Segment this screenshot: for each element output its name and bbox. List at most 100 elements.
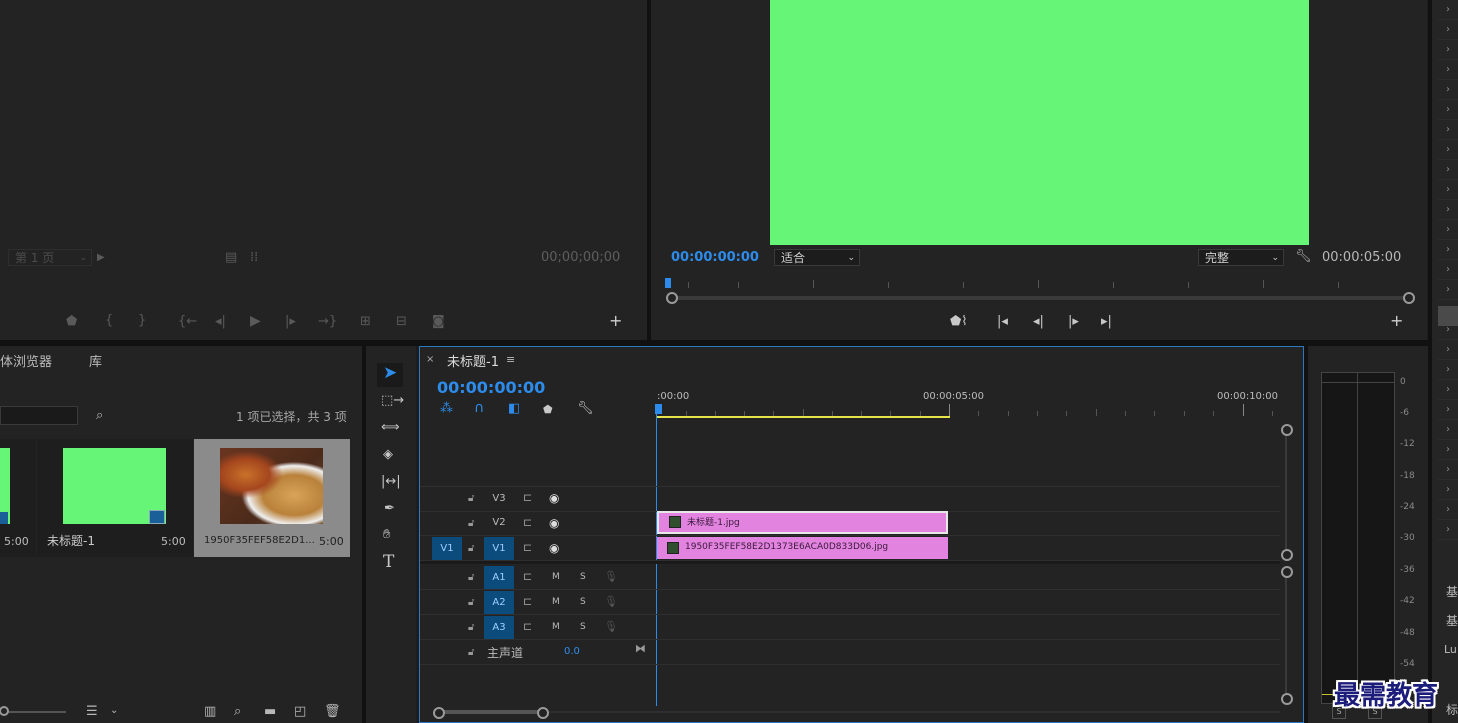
selection-arrow-icon[interactable]: ➤ (383, 365, 397, 382)
add-button-icon[interactable]: + (609, 313, 622, 329)
step-back-icon[interactable]: ◂| (215, 315, 226, 329)
project-item-selected[interactable]: 1950F35FEF58E2D1... 5:00 (194, 439, 350, 557)
track-label-a1[interactable]: A1 (484, 566, 514, 589)
overwrite-icon[interactable]: ⊟ (396, 315, 407, 329)
new-bin-icon[interactable]: ▬ (264, 705, 276, 719)
mark-out-icon[interactable]: } (138, 314, 146, 328)
sort-icon[interactable]: ☰ (86, 705, 98, 719)
mute-button[interactable]: M (552, 622, 560, 632)
tab-library[interactable]: 库 (89, 351, 102, 370)
new-item-icon[interactable]: ◰ (294, 705, 306, 719)
source-patch-v1[interactable]: V1 (432, 537, 462, 560)
solo-button[interactable]: S (580, 597, 586, 607)
sync-lock-icon[interactable]: ⊏ (523, 516, 532, 530)
track-select-icon[interactable]: ⬚→ (381, 394, 404, 408)
right-panel-expand-row[interactable]: › (1438, 380, 1458, 400)
right-panel-expand-row[interactable]: › (1438, 40, 1458, 60)
go-to-out-icon[interactable]: →} (318, 315, 337, 329)
clip-v2[interactable]: 未标题-1.jpg (657, 511, 948, 534)
zoom-slider[interactable] (0, 711, 66, 713)
program-playhead-timecode[interactable]: 00:00:00:00 (671, 250, 759, 265)
type-tool-icon[interactable]: T (383, 554, 394, 571)
right-panel-expand-row[interactable]: › (1438, 420, 1458, 440)
mark-in-icon[interactable]: { (105, 314, 113, 328)
quality-select[interactable]: 完整 ⌄ (1198, 249, 1284, 266)
zoom-handle-right[interactable] (1403, 292, 1415, 304)
microphone-icon[interactable]: 🎙︎ (604, 595, 618, 609)
export-frame-icon[interactable]: ▤ (225, 251, 237, 265)
microphone-icon[interactable]: 🎙︎ (604, 570, 618, 584)
automate-icon[interactable]: ▥ (204, 705, 216, 719)
track-label-v2[interactable]: V2 (484, 511, 514, 534)
right-panel-expand-row[interactable]: › (1438, 520, 1458, 540)
right-panel-expand-row[interactable]: › (1438, 500, 1458, 520)
right-panel-expand-row[interactable]: › (1438, 280, 1458, 300)
track-master[interactable] (420, 640, 1280, 665)
track-label-a2[interactable]: A2 (484, 591, 514, 614)
playhead-marker[interactable] (655, 404, 662, 414)
track-label-v3[interactable]: V3 (484, 487, 514, 510)
right-panel-expand-row[interactable]: › (1438, 340, 1458, 360)
timeline-timecode[interactable]: 00:00:00:00 (437, 378, 545, 397)
right-panel-expand-row[interactable]: › (1438, 480, 1458, 500)
add-button-icon[interactable]: + (1390, 313, 1403, 329)
right-panel-expand-row[interactable]: › (1438, 440, 1458, 460)
right-panel-expand-row[interactable]: › (1438, 220, 1458, 240)
play-small-icon[interactable]: ▶ (97, 251, 105, 265)
right-panel-expand-row[interactable]: › (1438, 160, 1458, 180)
right-panel-item[interactable]: Lu (1444, 643, 1457, 656)
timeline-tab-title[interactable]: 未标题-1 (447, 351, 499, 370)
scroll-handle-top[interactable] (1281, 424, 1293, 436)
right-panel-expand-row[interactable]: › (1438, 180, 1458, 200)
settings-dots-icon[interactable]: ⁞⁞ (250, 251, 258, 265)
work-area-bar[interactable] (657, 416, 950, 418)
right-panel-expand-row[interactable]: › (1438, 460, 1458, 480)
project-item[interactable]: 未标题-1 5:00 (37, 439, 193, 557)
timeline-scroll-thumb[interactable] (440, 710, 542, 714)
go-to-in-icon[interactable]: |◂ (997, 315, 1008, 329)
find-icon[interactable]: ⌕ (96, 409, 103, 423)
go-to-edit-icon[interactable]: ⧓ (635, 642, 646, 656)
scroll-handle-bottom[interactable] (1281, 549, 1293, 561)
step-back-icon[interactable]: ◂| (1033, 315, 1044, 329)
lock-icon[interactable]: 🔓︎ (468, 492, 474, 506)
eye-icon[interactable]: ◉ (549, 491, 559, 505)
right-panel-item[interactable]: 标 (1446, 701, 1458, 718)
right-panel-expand-row[interactable]: › (1438, 80, 1458, 100)
sync-lock-icon[interactable]: ⊏ (523, 620, 532, 634)
source-page-select[interactable]: 第 1 页 ⌄ (8, 249, 92, 266)
snap-magnet-icon[interactable]: ∩ (474, 401, 484, 415)
right-panel-expand-row[interactable]: › (1438, 360, 1458, 380)
go-to-out-icon[interactable]: ▸| (1101, 315, 1112, 329)
wrench-icon[interactable]: 🔧︎ (1295, 250, 1312, 264)
find-icon[interactable]: ⌕ (234, 705, 241, 719)
track-a1[interactable] (420, 565, 1280, 590)
slip-icon[interactable]: |↔| (381, 475, 401, 489)
source-timecode[interactable]: 00;00;00;00 (541, 250, 620, 265)
fit-select[interactable]: 适合 ⌄ (774, 249, 860, 266)
zoom-handle-left[interactable] (666, 292, 678, 304)
right-panel-highlight[interactable] (1438, 306, 1458, 326)
microphone-icon[interactable]: 🎙︎ (604, 620, 618, 634)
camera-icon[interactable]: ◙ (432, 315, 445, 329)
track-label-v1[interactable]: V1 (484, 537, 514, 560)
trash-icon[interactable]: 🗑︎ (324, 705, 341, 719)
timeline-horizontal-scrollbar[interactable] (440, 711, 1280, 713)
tab-media-browser[interactable]: 体浏览器 (0, 351, 52, 370)
audio-vertical-scrollbar[interactable] (1285, 571, 1287, 698)
scroll-handle-bottom[interactable] (1281, 693, 1293, 705)
video-vertical-scrollbar[interactable] (1285, 430, 1287, 554)
sync-lock-icon[interactable]: ⊏ (523, 570, 532, 584)
lock-icon[interactable]: 🔓︎ (468, 621, 474, 635)
track-label-a3[interactable]: A3 (484, 616, 514, 639)
lock-icon[interactable]: 🔓︎ (468, 571, 474, 585)
lock-icon[interactable]: 🔓︎ (468, 542, 474, 556)
right-panel-expand-row[interactable]: › (1438, 400, 1458, 420)
scroll-handle-top[interactable] (1281, 566, 1293, 578)
master-volume-value[interactable]: 0.0 (564, 646, 580, 657)
solo-button[interactable]: S (580, 572, 586, 582)
linked-selection-icon[interactable]: ◧ (508, 402, 520, 416)
scroll-handle-left[interactable] (433, 707, 445, 719)
lock-icon[interactable]: 🔓︎ (468, 596, 474, 610)
sync-lock-icon[interactable]: ⊏ (523, 541, 532, 555)
